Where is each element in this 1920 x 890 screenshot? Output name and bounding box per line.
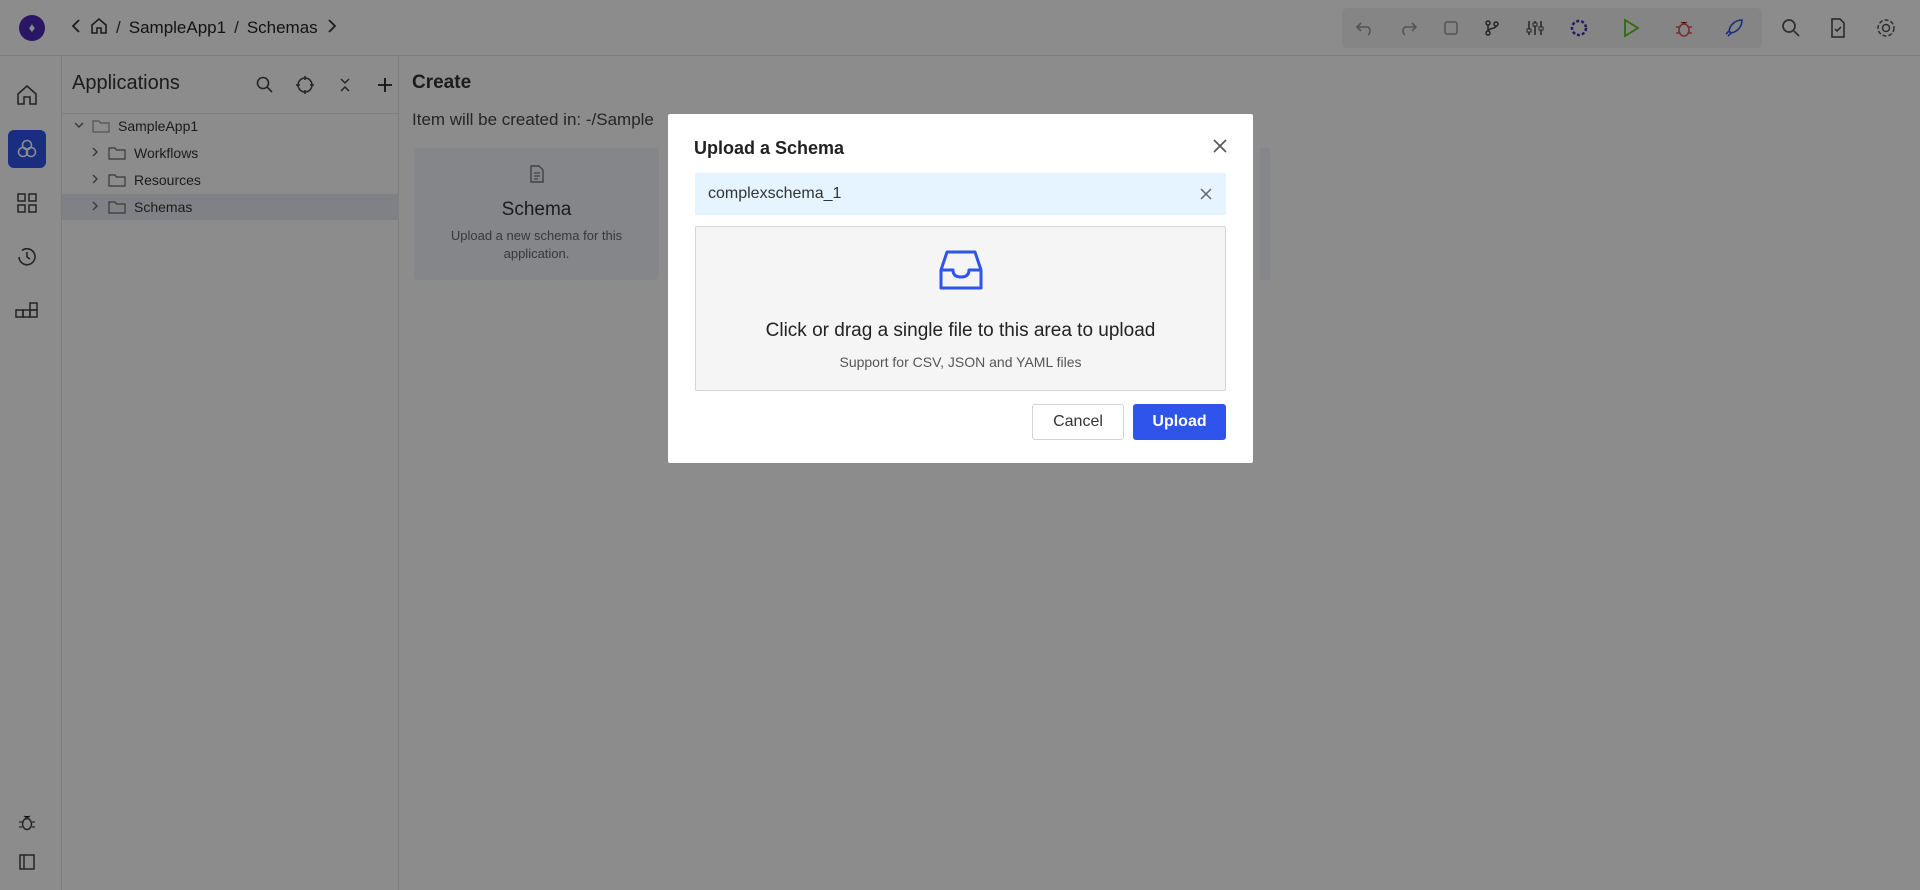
upload-schema-dialog: Upload a Schema complexschema_1 Click or… — [668, 114, 1253, 463]
selected-file-row: complexschema_1 — [695, 173, 1226, 215]
dropzone-text: Click or drag a single file to this area… — [765, 320, 1156, 341]
dropzone-hint: Support for CSV, JSON and YAML files — [839, 354, 1082, 370]
upload-dropzone[interactable]: Click or drag a single file to this area… — [695, 226, 1226, 391]
dialog-title: Upload a Schema — [694, 138, 845, 158]
remove-file-icon[interactable] — [1196, 184, 1216, 204]
inbox-icon — [938, 249, 984, 296]
upload-button[interactable]: Upload — [1133, 404, 1226, 440]
close-icon[interactable] — [1208, 134, 1232, 158]
cancel-button[interactable]: Cancel — [1032, 404, 1124, 440]
selected-file-name: complexschema_1 — [708, 185, 842, 202]
